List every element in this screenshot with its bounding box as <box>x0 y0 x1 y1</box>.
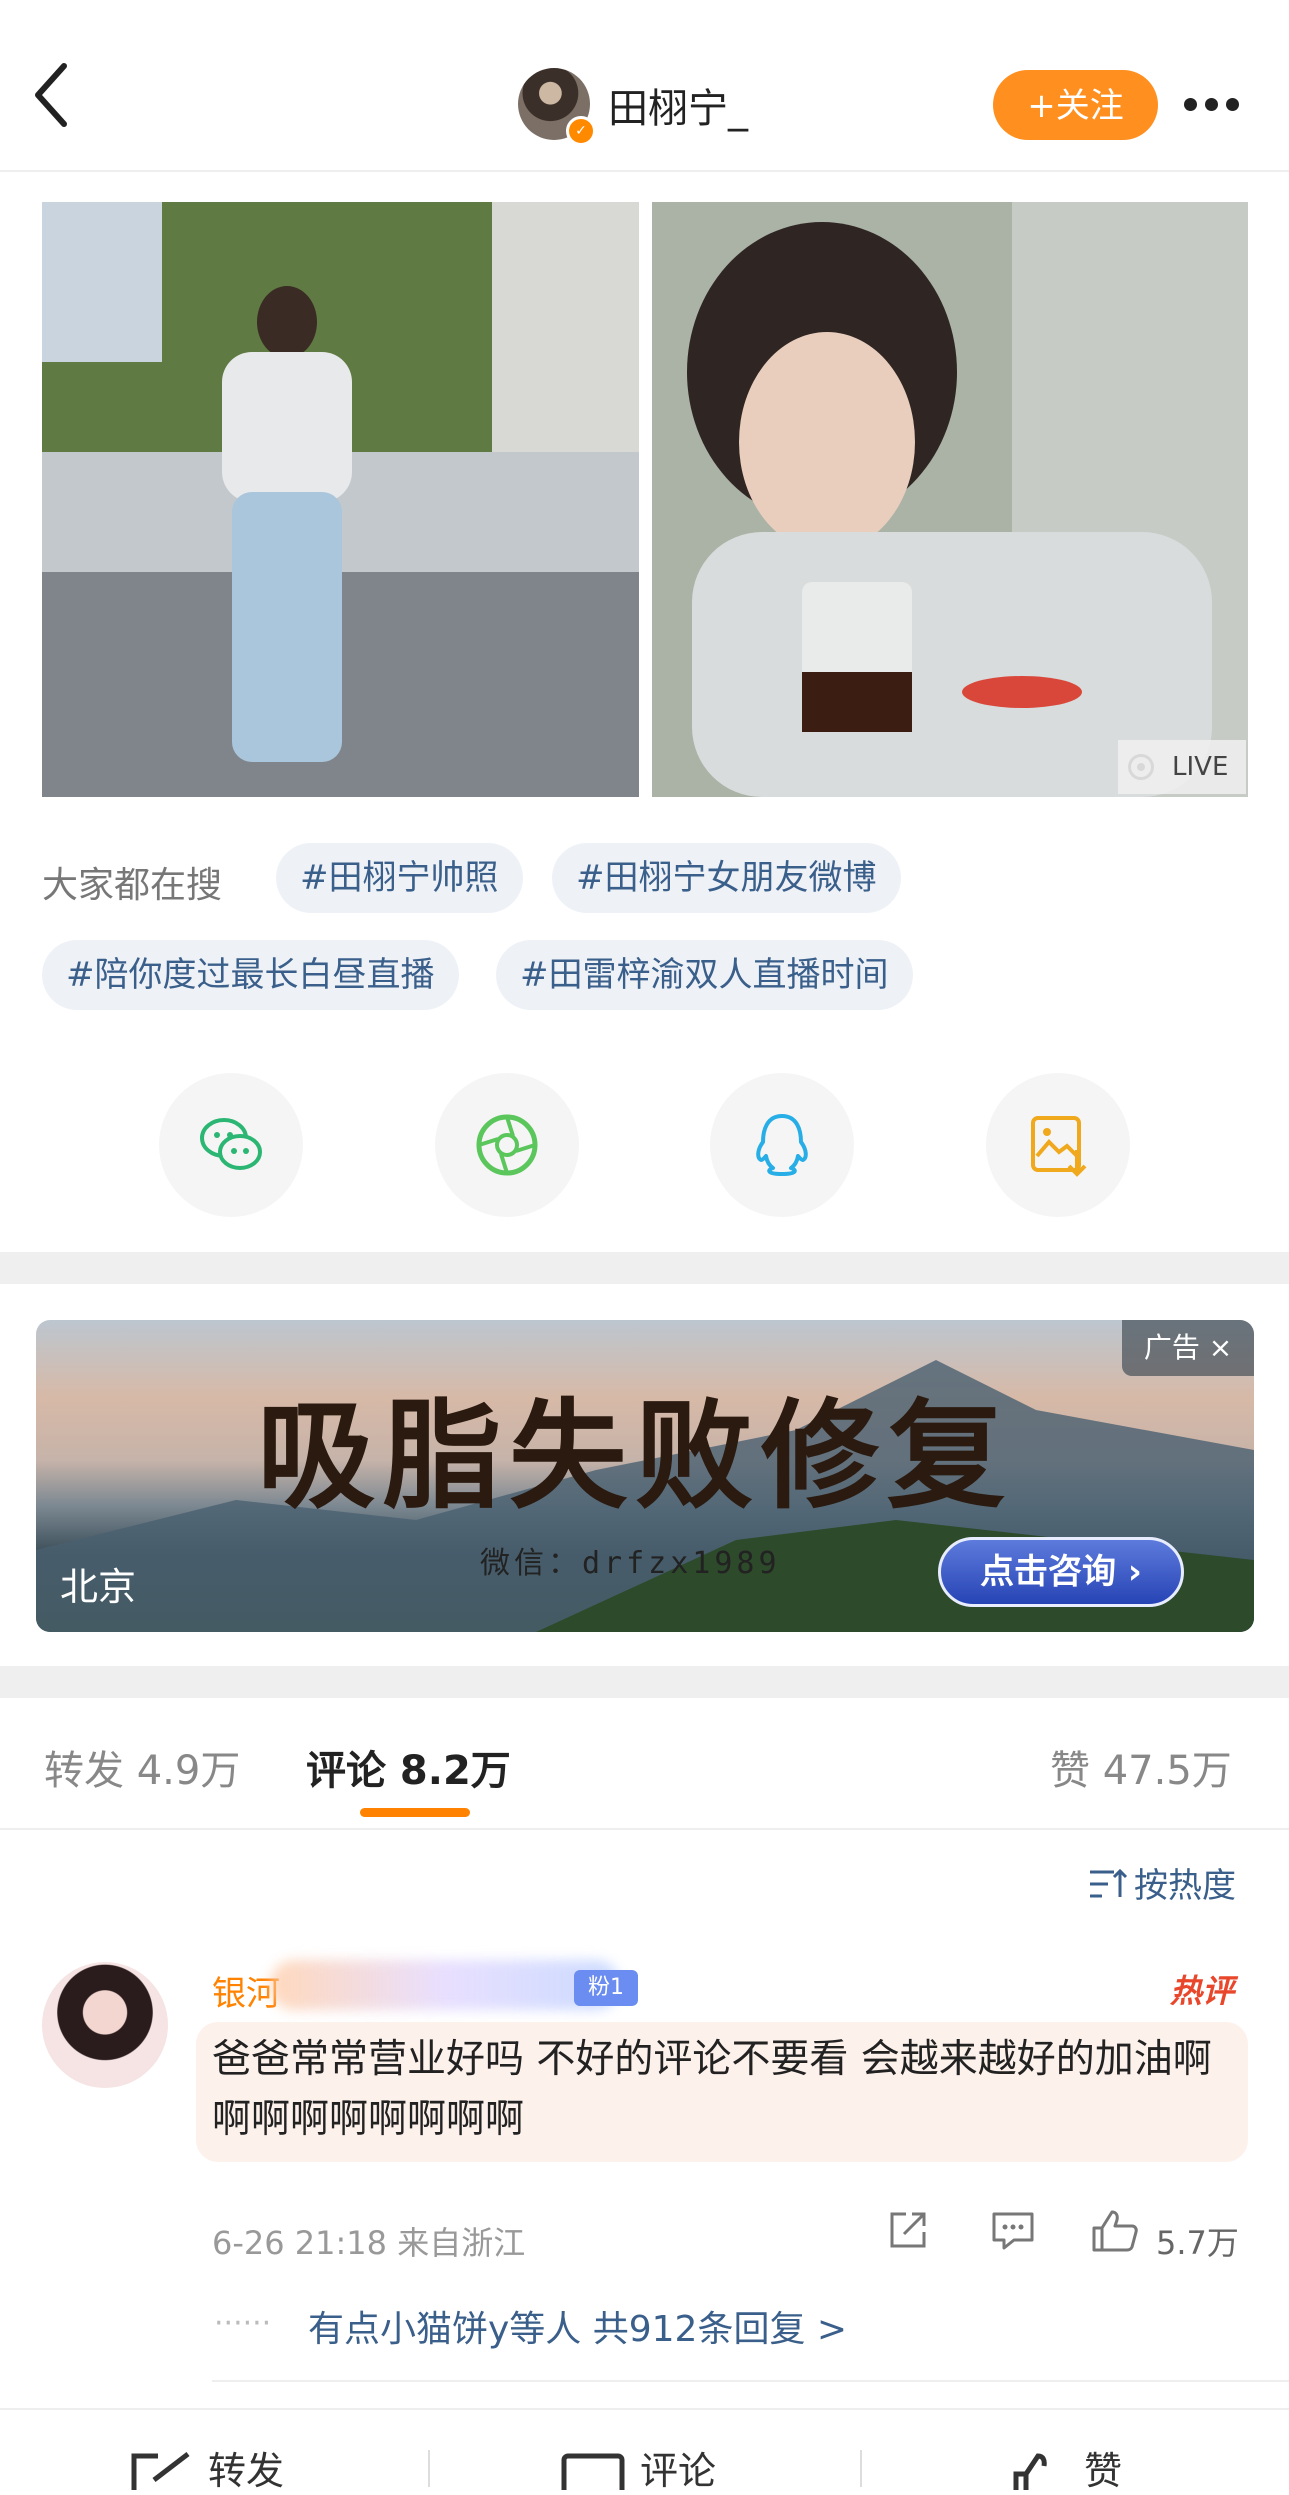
live-badge[interactable]: LIVE <box>1118 740 1246 794</box>
comment-like-count: 5.7万 <box>1156 2224 1239 2262</box>
qq-icon <box>756 1114 808 1176</box>
search-chip[interactable]: #田栩宁女朋友微博 <box>552 843 901 913</box>
repost-icon <box>131 2452 190 2490</box>
follow-button[interactable]: +关注 <box>993 70 1158 140</box>
more-button[interactable] <box>1180 80 1260 130</box>
save-image-button[interactable] <box>986 1073 1130 1217</box>
hot-comment-badge: 热评 <box>1170 1972 1235 2010</box>
post-photo-2[interactable] <box>652 202 1248 797</box>
sort-label: 按热度 <box>1134 1866 1236 1906</box>
back-button[interactable] <box>30 60 90 150</box>
bottom-repost-label: 转发 <box>208 2449 285 2493</box>
sort-by-hot-button[interactable]: 按热度 <box>1088 1858 1236 1907</box>
share-qq-button[interactable] <box>710 1073 854 1217</box>
comment-divider <box>212 2380 1289 2382</box>
bottom-separator <box>860 2450 862 2487</box>
search-chip[interactable]: #田雷梓渝双人直播时间 <box>496 940 913 1010</box>
tab-repost[interactable]: 转发 4.9万 <box>44 1738 240 1796</box>
fan-level-badge: 粉1 <box>574 1970 638 2006</box>
view-replies-link[interactable]: 有点小猫饼y等人 共912条回复 > <box>308 2300 847 2352</box>
verified-badge-icon: ✓ <box>566 116 596 146</box>
comment-reply-button[interactable] <box>990 2208 1036 2256</box>
share-moments-button[interactable] <box>435 1073 579 1217</box>
search-chip[interactable]: #陪你度过最长白昼直播 <box>42 940 459 1010</box>
share-icon <box>890 2212 926 2248</box>
sort-icon <box>1090 1868 1128 1898</box>
tab-divider <box>0 1828 1289 1830</box>
bottom-separator <box>428 2450 430 2487</box>
comment-share-button[interactable] <box>886 2208 930 2256</box>
ad-consult-button[interactable]: 点击咨询 › <box>938 1537 1184 1607</box>
ad-title: 吸脂失败修复 <box>256 1387 1013 1525</box>
comment-meta: 6-26 21:18 来自浙江 <box>212 2224 526 2262</box>
thumbs-up-icon <box>1013 2453 1047 2495</box>
bottom-comment-label: 评论 <box>640 2449 717 2493</box>
photo-person-standing <box>42 202 639 797</box>
post-photo-1[interactable] <box>42 202 639 797</box>
section-divider <box>0 1252 1289 1284</box>
wechat-icon <box>200 1118 262 1170</box>
bottom-like-label: 赞 <box>1084 2449 1123 2493</box>
ad-wechat-id: 微信：drfzx1989 <box>480 1546 781 1581</box>
commenter-avatar[interactable] <box>42 1962 168 2088</box>
trending-search-label: 大家都在搜 <box>42 865 223 906</box>
tab-like[interactable]: 赞 47.5万 <box>1050 1738 1232 1796</box>
save-image-icon <box>1031 1116 1087 1177</box>
active-tab-indicator <box>360 1808 470 1817</box>
ad-location: 北京 <box>60 1565 137 1609</box>
photo-person-drinking <box>652 202 1248 797</box>
share-wechat-button[interactable] <box>159 1073 303 1217</box>
moments-icon <box>476 1114 538 1176</box>
author-name[interactable]: 田栩宁_ <box>608 76 748 134</box>
replies-dots-icon: ······ <box>214 2306 272 2341</box>
comment-text[interactable]: 爸爸常常营业好吗 不好的评论不要看 会越来越好的加油啊啊啊啊啊啊啊啊啊 <box>212 2030 1232 2150</box>
chevron-left-icon <box>35 63 67 127</box>
section-divider <box>0 1666 1289 1698</box>
blurred-name-overlay <box>270 1960 620 2010</box>
comment-icon <box>561 2453 625 2495</box>
comment-like-button[interactable] <box>1090 2208 1140 2258</box>
search-chip[interactable]: #田栩宁帅照 <box>276 843 523 913</box>
comment-icon <box>992 2212 1034 2250</box>
thumbs-up-icon <box>1092 2210 1138 2252</box>
tab-comment[interactable]: 评论 8.2万 <box>306 1738 511 1796</box>
more-dots-icon <box>1184 98 1197 111</box>
